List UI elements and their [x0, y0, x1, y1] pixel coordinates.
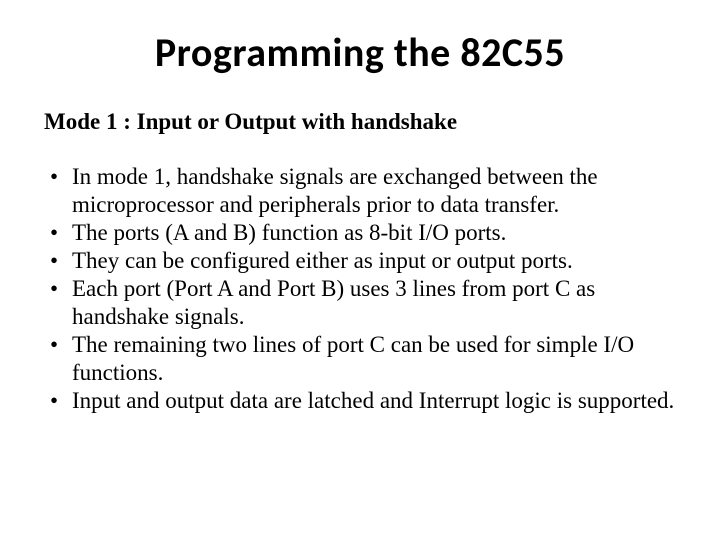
slide-subheading: Mode 1 : Input or Output with handshake — [44, 109, 676, 135]
bullet-list: In mode 1, handshake signals are exchang… — [44, 163, 676, 415]
list-item: In mode 1, handshake signals are exchang… — [44, 163, 676, 219]
slide-title: Programming the 82C55 — [44, 28, 676, 77]
list-item: Each port (Port A and Port B) uses 3 lin… — [44, 275, 676, 331]
list-item: The ports (A and B) function as 8-bit I/… — [44, 219, 676, 247]
list-item: They can be configured either as input o… — [44, 247, 676, 275]
list-item: The remaining two lines of port C can be… — [44, 331, 676, 387]
list-item: Input and output data are latched and In… — [44, 387, 676, 415]
